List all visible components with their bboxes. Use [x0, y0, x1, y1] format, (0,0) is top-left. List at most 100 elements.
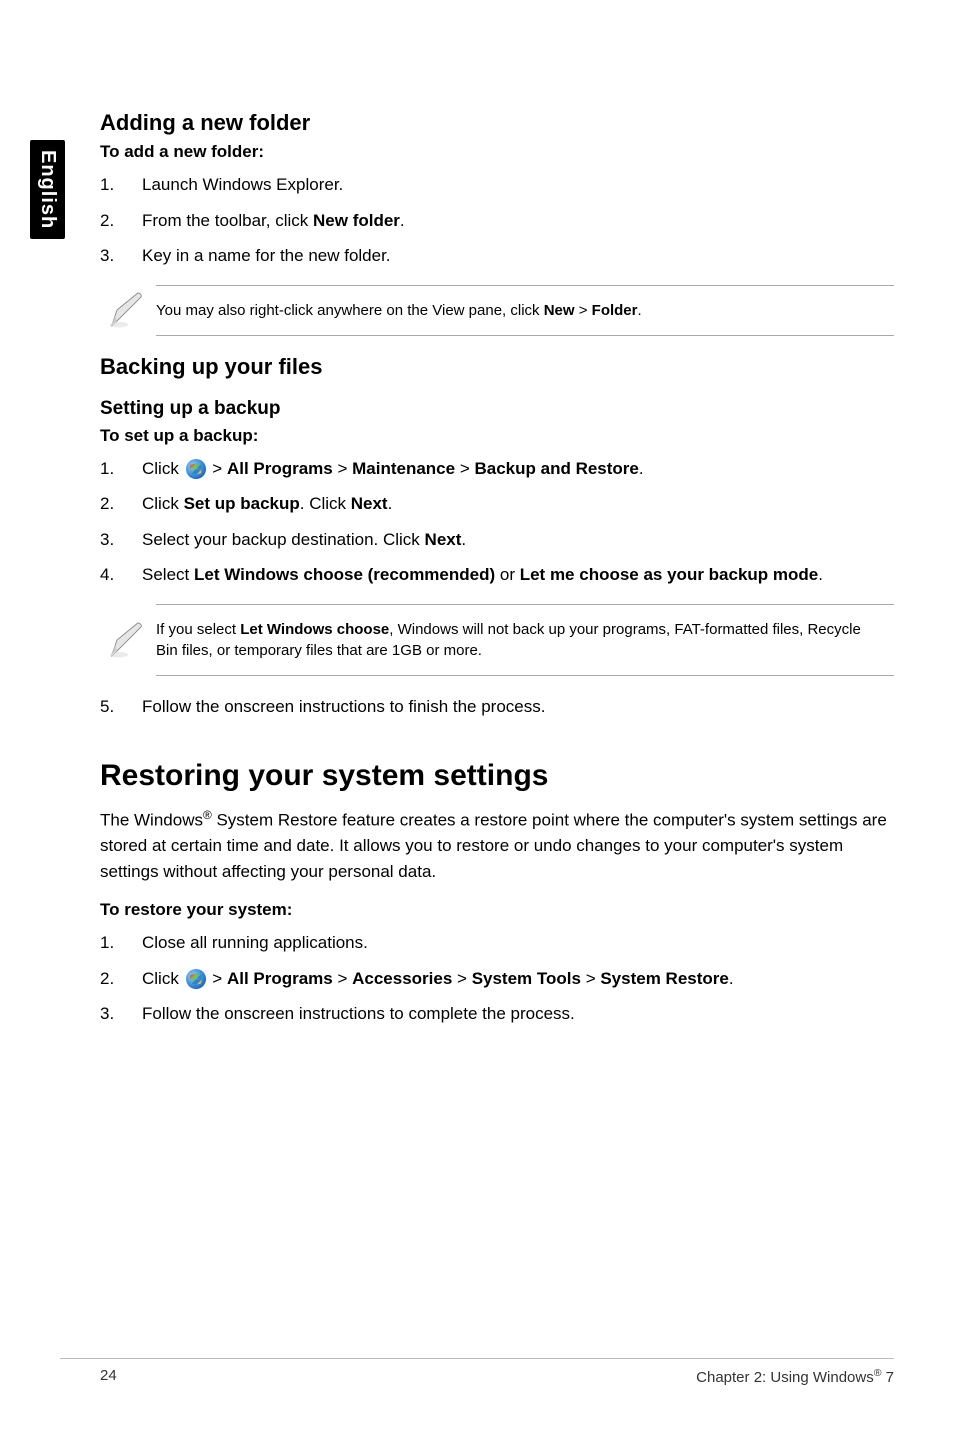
bold: Let Windows choose (recommended) — [194, 565, 495, 584]
text: If you select — [156, 621, 240, 638]
text: System Restore feature creates a restore… — [100, 811, 887, 881]
text: > — [455, 459, 474, 478]
text: Chapter 2: Using Windows — [696, 1369, 874, 1386]
list-item: 3. Key in a name for the new folder. — [100, 243, 894, 269]
lead-restore: To restore your system: — [100, 900, 894, 920]
bold: Set up backup — [184, 494, 300, 513]
step-number: 1. — [100, 456, 142, 482]
page: English Adding a new folder To add a new… — [0, 0, 954, 1438]
text: The Windows — [100, 811, 203, 830]
note-add-folder: You may also right-click anywhere on the… — [100, 285, 894, 336]
step-text: Close all running applications. — [142, 930, 894, 956]
step-number: 5. — [100, 694, 142, 720]
registered-mark: ® — [203, 808, 212, 822]
text: > — [208, 969, 227, 988]
text: Click — [142, 459, 184, 478]
note-text: If you select Let Windows choose, Window… — [156, 604, 894, 676]
bold: System Restore — [600, 969, 729, 988]
step-text: Follow the onscreen instructions to fini… — [142, 694, 894, 720]
list-item: 1. Close all running applications. — [100, 930, 894, 956]
list-item: 2. Click Set up backup. Click Next. — [100, 491, 894, 517]
text: . — [638, 302, 642, 319]
list-item: 2. Click > All Programs > Accessories > … — [100, 966, 894, 992]
text: You may also right-click anywhere on the… — [156, 302, 544, 319]
text: . Click — [300, 494, 351, 513]
steps-backup: 1. Click > All Programs > Maintenance > … — [100, 456, 894, 588]
lead-add-folder: To add a new folder: — [100, 142, 894, 162]
content-area: Adding a new folder To add a new folder:… — [100, 110, 894, 1027]
text: . — [388, 494, 393, 513]
page-footer: 24 Chapter 2: Using Windows® 7 — [60, 1358, 894, 1386]
restore-paragraph: The Windows® System Restore feature crea… — [100, 807, 894, 884]
bold: All Programs — [227, 969, 333, 988]
steps-restore: 1. Close all running applications. 2. Cl… — [100, 930, 894, 1027]
text: . — [729, 969, 734, 988]
text: . — [818, 565, 823, 584]
chapter-label: Chapter 2: Using Windows® 7 — [696, 1367, 894, 1386]
text: Select — [142, 565, 194, 584]
step-number: 2. — [100, 208, 142, 234]
page-number: 24 — [100, 1367, 117, 1386]
step-text: Click > All Programs > Accessories > Sys… — [142, 966, 894, 992]
heading-backup: Backing up your files — [100, 354, 894, 380]
step-number: 3. — [100, 1001, 142, 1027]
text: 7 — [881, 1369, 894, 1386]
text: Click — [142, 969, 184, 988]
text: > — [333, 459, 352, 478]
bold: Let Windows choose — [240, 621, 389, 638]
bold: All Programs — [227, 459, 333, 478]
note-backup: If you select Let Windows choose, Window… — [100, 604, 894, 676]
bold: Folder — [592, 302, 638, 319]
list-item: 2. From the toolbar, click New folder. — [100, 208, 894, 234]
windows-start-icon — [186, 459, 206, 479]
step-number: 2. — [100, 966, 142, 992]
list-item: 3. Select your backup destination. Click… — [100, 527, 894, 553]
step-number: 1. — [100, 172, 142, 198]
pencil-icon — [100, 288, 156, 332]
note-text: You may also right-click anywhere on the… — [156, 285, 894, 336]
list-item: 1. Launch Windows Explorer. — [100, 172, 894, 198]
text: . — [639, 459, 644, 478]
text: or — [495, 565, 520, 584]
bold: New — [544, 302, 575, 319]
bold: Let me choose as your backup mode — [520, 565, 819, 584]
step-text: Launch Windows Explorer. — [142, 172, 894, 198]
list-item: 1. Click > All Programs > Maintenance > … — [100, 456, 894, 482]
text: . — [461, 530, 466, 549]
list-item: 4. Select Let Windows choose (recommende… — [100, 562, 894, 588]
lead-setup-backup: To set up a backup: — [100, 426, 894, 446]
step-text: Follow the onscreen instructions to comp… — [142, 1001, 894, 1027]
text: Click — [142, 494, 184, 513]
step-text: From the toolbar, click New folder. — [142, 208, 894, 234]
bold: Maintenance — [352, 459, 455, 478]
bold: Next — [425, 530, 462, 549]
heading-adding-folder: Adding a new folder — [100, 110, 894, 136]
text: Select your backup destination. Click — [142, 530, 425, 549]
step-number: 4. — [100, 562, 142, 588]
step-text: Select Let Windows choose (recommended) … — [142, 562, 894, 588]
text: > — [452, 969, 471, 988]
language-tab: English — [30, 140, 65, 239]
step-number: 3. — [100, 527, 142, 553]
step-text: Click > All Programs > Maintenance > Bac… — [142, 456, 894, 482]
subheading-setup-backup: Setting up a backup — [100, 398, 894, 420]
list-item: 5. Follow the onscreen instructions to f… — [100, 694, 894, 720]
heading-restore: Restoring your system settings — [100, 759, 894, 793]
step-number: 2. — [100, 491, 142, 517]
bold: Accessories — [352, 969, 452, 988]
step-number: 1. — [100, 930, 142, 956]
pencil-icon — [100, 618, 156, 662]
bold: System Tools — [472, 969, 581, 988]
windows-start-icon — [186, 969, 206, 989]
step-text: Click Set up backup. Click Next. — [142, 491, 894, 517]
step-number: 3. — [100, 243, 142, 269]
bold: Next — [351, 494, 388, 513]
list-item: 3. Follow the onscreen instructions to c… — [100, 1001, 894, 1027]
text: From the toolbar, click — [142, 211, 313, 230]
steps-backup-cont: 5. Follow the onscreen instructions to f… — [100, 694, 894, 720]
steps-add-folder: 1. Launch Windows Explorer. 2. From the … — [100, 172, 894, 269]
text: > — [575, 302, 592, 319]
step-text: Key in a name for the new folder. — [142, 243, 894, 269]
text: . — [400, 211, 405, 230]
text: > — [208, 459, 227, 478]
